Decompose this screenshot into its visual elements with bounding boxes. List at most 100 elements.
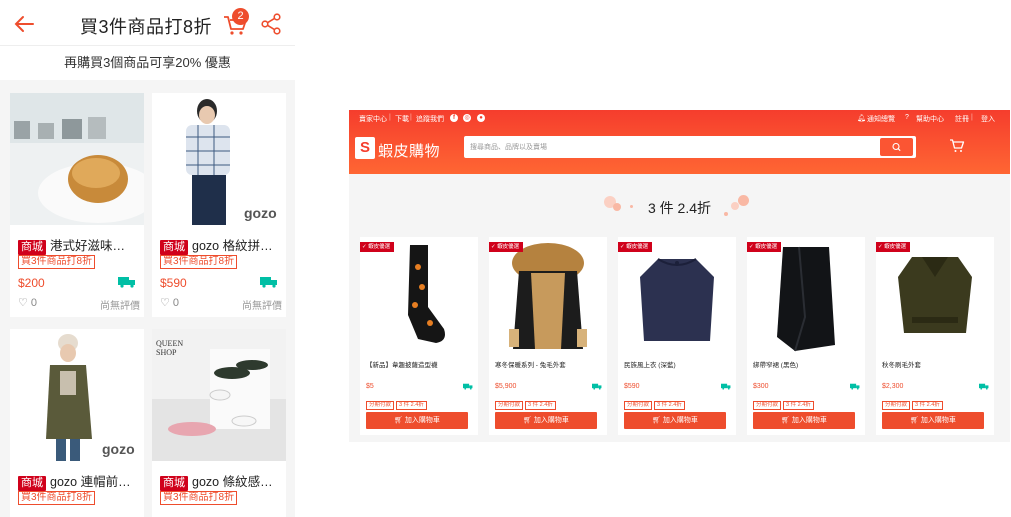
- product-price: $590: [160, 276, 187, 290]
- deal-tag: 3 件 2.4折: [654, 401, 685, 410]
- download-link[interactable]: 下載: [395, 114, 409, 124]
- product-card[interactable]: 商城 港式好滋味… 買3件商品打8折 $200 ♡ 0 尚無評價: [10, 93, 144, 317]
- product-card[interactable]: QUEEN SHOP 商城 gozo 條紋感… 買3件商品打8折: [152, 329, 286, 517]
- search-bar[interactable]: 搜尋商品、品牌以及賣場: [464, 136, 916, 158]
- deal-tag: 3 件 2.4折: [525, 401, 556, 410]
- installment-tag: 分期付款: [882, 401, 911, 410]
- review-status: 尚無評價: [242, 301, 282, 312]
- promo-tags: 分期付款 3 件 2.4折: [753, 393, 816, 411]
- mall-badge: 商城: [18, 240, 46, 255]
- site-header: 賣家中心 | 下載 | 追蹤我們 f ◎ ● 🔔︎ 通知總覽 ? 幫助中心 註冊…: [349, 110, 1010, 174]
- preferred-ribbon: ✓ 蝦皮優選: [618, 242, 653, 252]
- product-price: $200: [18, 276, 45, 290]
- screenshot-stage: 買3件商品打8折 2 再購買3個商品可享20% 優惠 商城 港式好滋味… 買3件…: [0, 0, 1011, 517]
- free-shipping-icon: [979, 383, 989, 390]
- follow-us-label: 追蹤我們: [416, 116, 444, 123]
- preferred-ribbon: ✓ 蝦皮優選: [747, 242, 782, 252]
- product-name: 寒冬保暖系列 - 兔毛外套: [495, 362, 566, 369]
- search-button[interactable]: [880, 138, 913, 156]
- discount-tag: 買3件商品打8折: [160, 255, 238, 269]
- notifications-link[interactable]: 通知總覽: [867, 114, 895, 124]
- add-to-cart-button[interactable]: 🛒︎ 加入購物車: [624, 412, 726, 429]
- product-image: [360, 237, 478, 355]
- mobile-app-panel: 買3件商品打8折 2 再購買3個商品可享20% 優惠 商城 港式好滋味… 買3件…: [0, 0, 295, 517]
- add-to-cart-button[interactable]: 🛒︎ 加入購物車: [495, 412, 597, 429]
- promo-subtitle: 再購買3個商品可享20% 優惠: [0, 46, 295, 80]
- product-card[interactable]: gozo 商城 gozo 連帽前… 買3件商品打8折: [10, 329, 144, 517]
- product-name: 商城 港式好滋味…: [18, 235, 142, 255]
- login-link[interactable]: 登入: [981, 114, 995, 124]
- mall-badge: 商城: [160, 476, 188, 491]
- preferred-ribbon: ✓ 蝦皮優選: [360, 242, 395, 252]
- web-page-panel: 賣家中心 | 下載 | 追蹤我們 f ◎ ● 🔔︎ 通知總覽 ? 幫助中心 註冊…: [349, 110, 1010, 442]
- brand-name[interactable]: 蝦皮購物: [378, 140, 440, 161]
- decor-dot: [738, 195, 749, 206]
- product-image: gozo: [152, 93, 286, 225]
- free-shipping-icon: [260, 277, 277, 288]
- help-icon[interactable]: ?: [905, 114, 909, 121]
- promo-tags: 分期付款 3 件 2.4折: [882, 393, 945, 411]
- separator: |: [389, 114, 391, 121]
- promo-tags: 分期付款 3 件 2.4折: [495, 393, 558, 411]
- brand-watermark: QUEEN SHOP: [156, 339, 184, 357]
- decor-dot: [724, 212, 728, 216]
- product-image: [876, 237, 994, 355]
- product-price: $300: [753, 383, 769, 390]
- deal-tag: 3 件 2.4折: [396, 401, 427, 410]
- bell-icon[interactable]: 🔔︎: [857, 114, 866, 122]
- product-name: 綁帶窄裙 (黑色): [753, 362, 799, 369]
- product-card[interactable]: ✓ 蝦皮優選 綁帶窄裙 (黑色) $300 分期付款 3 件 2.4折 🛒︎ 加入…: [747, 237, 865, 435]
- product-name: 民族風上衣 (深藍): [624, 362, 676, 369]
- share-icon[interactable]: [260, 13, 282, 35]
- back-arrow-icon[interactable]: [12, 12, 36, 36]
- page-title: 買3件商品打8折: [80, 17, 213, 37]
- review-status: 尚無評價: [100, 301, 140, 312]
- line-icon[interactable]: ●: [477, 114, 485, 122]
- add-to-cart-button[interactable]: 🛒︎ 加入購物車: [753, 412, 855, 429]
- shopee-logo-icon[interactable]: S: [355, 137, 375, 159]
- product-card[interactable]: ✓ 蝦皮優選 【新品】韋趣披薩造型襪 $5 分期付款 3 件 2.4折 🛒︎ 加入…: [360, 237, 478, 435]
- product-image: gozo: [10, 329, 144, 461]
- instagram-icon[interactable]: ◎: [463, 114, 471, 122]
- free-shipping-icon: [592, 383, 602, 390]
- product-price: $5,900: [495, 383, 517, 390]
- add-to-cart-button[interactable]: 🛒︎ 加入購物車: [366, 412, 468, 429]
- brand-watermark: gozo: [244, 205, 277, 221]
- brand-watermark: gozo: [102, 441, 135, 457]
- product-name: 【新品】韋趣披薩造型襪: [366, 362, 438, 369]
- cart-count-badge: 2: [232, 8, 249, 25]
- seller-center-link[interactable]: 賣家中心: [359, 114, 387, 124]
- product-price: $2,300: [882, 383, 904, 390]
- add-to-cart-button[interactable]: 🛒︎ 加入購物車: [882, 412, 984, 429]
- like-count[interactable]: ♡ 0: [160, 296, 179, 309]
- deal-tag: 3 件 2.4折: [783, 401, 814, 410]
- help-center-link[interactable]: 幫助中心: [916, 114, 944, 124]
- separator: |: [410, 114, 412, 121]
- mall-badge: 商城: [160, 240, 188, 255]
- product-image: [10, 93, 144, 225]
- installment-tag: 分期付款: [495, 401, 524, 410]
- search-input[interactable]: 搜尋商品、品牌以及賣場: [470, 142, 547, 152]
- product-price: $5: [366, 383, 374, 390]
- register-link[interactable]: 註冊: [955, 114, 969, 124]
- facebook-icon[interactable]: f: [450, 114, 458, 122]
- separator: |: [971, 114, 973, 121]
- free-shipping-icon: [118, 277, 135, 288]
- product-image: [618, 237, 736, 355]
- product-name: 商城 gozo 條紋感…: [160, 471, 284, 491]
- product-name: 商城 gozo 連帽前…: [18, 471, 142, 491]
- discount-tag: 買3件商品打8折: [18, 255, 96, 269]
- promo-tags: 分期付款 3 件 2.4折: [366, 393, 429, 411]
- product-card[interactable]: gozo 商城 gozo 格紋拼… 買3件商品打8折 $590 ♡ 0 尚無評價: [152, 93, 286, 317]
- product-name: 商城 gozo 格紋拼…: [160, 235, 284, 255]
- cart-icon[interactable]: [949, 138, 965, 154]
- product-card[interactable]: ✓ 蝦皮優選 寒冬保暖系列 - 兔毛外套 $5,900 分期付款 3 件 2.4折…: [489, 237, 607, 435]
- free-shipping-icon: [850, 383, 860, 390]
- like-count[interactable]: ♡ 0: [18, 296, 37, 309]
- installment-tag: 分期付款: [753, 401, 782, 410]
- product-image: [489, 237, 607, 355]
- mobile-header: 買3件商品打8折 2: [0, 0, 295, 46]
- product-card[interactable]: ✓ 蝦皮優選 秋冬刷毛外套 $2,300 分期付款 3 件 2.4折 🛒︎ 加入購…: [876, 237, 994, 435]
- mall-badge: 商城: [18, 476, 46, 491]
- product-card[interactable]: ✓ 蝦皮優選 民族風上衣 (深藍) $590 分期付款 3 件 2.4折 🛒︎ 加…: [618, 237, 736, 435]
